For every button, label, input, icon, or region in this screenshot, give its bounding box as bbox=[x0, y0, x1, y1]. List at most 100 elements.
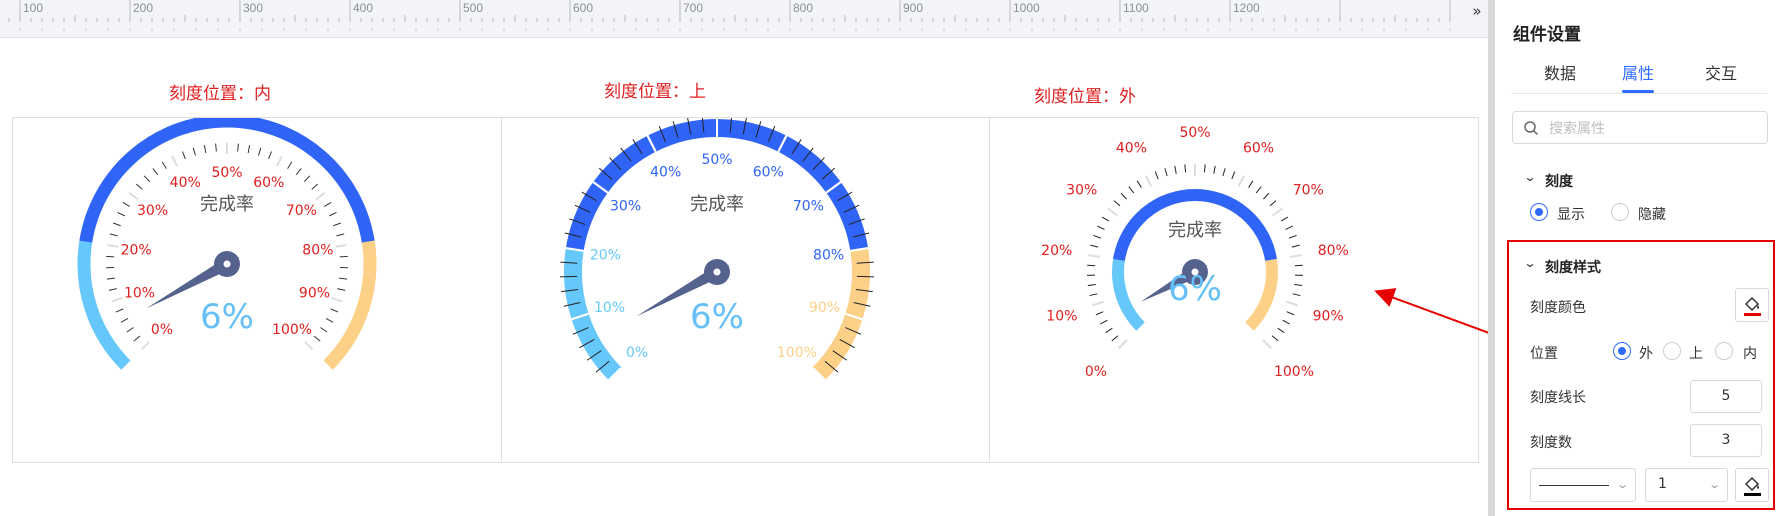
gauge-tick bbox=[1105, 327, 1113, 334]
tick-length-input[interactable]: 5 bbox=[1690, 380, 1762, 413]
settings-panel: 组件设置 数据 属性 交互 ⌄ 刻度 显示 隐藏 ⌄ 刻度样式 刻度颜色 位置 … bbox=[1495, 0, 1783, 516]
gauge-tick bbox=[330, 308, 339, 313]
radio-show-label: 显示 bbox=[1557, 207, 1585, 223]
gauge-tick bbox=[1087, 284, 1096, 287]
gauge-tick bbox=[140, 341, 150, 351]
gauge-tick bbox=[1271, 335, 1279, 342]
gauge-tick-label: 90% bbox=[1313, 308, 1344, 324]
gauge-tick bbox=[320, 327, 328, 333]
radio-show[interactable] bbox=[1530, 203, 1548, 221]
gauge-tick bbox=[268, 151, 273, 160]
gauge-card-outside[interactable]: 0% 10% 20% 30% 40% 50% 60% 70% 80% 90% 100% 完成率 6% bbox=[989, 117, 1479, 463]
ruler-label: 700 bbox=[683, 1, 704, 15]
gauge-tick bbox=[106, 277, 115, 280]
gauge-tick bbox=[1291, 244, 1300, 248]
gauge-tick bbox=[1263, 192, 1270, 200]
vertical-scrollbar[interactable] bbox=[1488, 0, 1495, 516]
gauge-pointer-center bbox=[223, 260, 231, 268]
chevron-down-icon: ⌄ bbox=[1615, 478, 1629, 491]
gauge-tick bbox=[1213, 165, 1216, 174]
search-input[interactable] bbox=[1547, 116, 1761, 142]
ruler-label: 800 bbox=[793, 1, 814, 15]
gauge-tick bbox=[295, 168, 302, 176]
gauge-1-title: 刻度位置：内 bbox=[169, 84, 271, 104]
gauge-arc-high bbox=[1245, 259, 1278, 331]
gauge-tick-label: 20% bbox=[590, 247, 621, 263]
gauge-value: 6% bbox=[690, 297, 744, 337]
gauge-tick-label: 70% bbox=[286, 203, 317, 219]
gauge-tick bbox=[1282, 319, 1290, 325]
double-chevron-right-icon[interactable]: » bbox=[1463, 0, 1491, 22]
line-style-select[interactable]: ⌄ bbox=[1530, 468, 1636, 502]
gauge-tick bbox=[1091, 300, 1105, 307]
gauge-tick bbox=[1277, 327, 1285, 334]
gauge-tick bbox=[315, 192, 326, 201]
gauge-tick bbox=[1203, 164, 1206, 173]
tab-data[interactable]: 数据 bbox=[1544, 60, 1576, 84]
gauge-tick bbox=[336, 233, 345, 237]
gauge-tick-label: 30% bbox=[137, 203, 168, 219]
gauge-chart-inside: 0% 10% 20% 30%40% 50% 60%70% 80% 90% 100% 完成率 6% bbox=[77, 118, 377, 370]
gauge-card-inside[interactable]: 0% 10% 20% 30% 40% 50% 60% 70% 80% 90% 100% 完成率 6% bbox=[12, 117, 503, 463]
tick-count-input[interactable]: 3 bbox=[1690, 424, 1762, 457]
gauge-tick bbox=[1113, 200, 1121, 207]
gauge-tick bbox=[122, 201, 130, 207]
section-tick-style-title[interactable]: 刻度样式 bbox=[1545, 257, 1601, 277]
line-width-select[interactable]: 1 ⌄ bbox=[1645, 468, 1728, 502]
gauge-tick bbox=[143, 175, 151, 182]
line-width-value: 1 bbox=[1658, 476, 1667, 492]
gauge-tick bbox=[303, 175, 311, 182]
gauge-tick bbox=[1154, 171, 1159, 180]
gauge-tick bbox=[135, 183, 143, 190]
gauge-value: 6% bbox=[1168, 269, 1222, 309]
ruler-label: 300 bbox=[243, 1, 264, 15]
gauge-tick bbox=[181, 151, 186, 160]
search-box[interactable] bbox=[1512, 111, 1768, 144]
tab-properties[interactable]: 属性 bbox=[1622, 60, 1654, 84]
gauge-tick bbox=[311, 183, 319, 190]
paint-bucket-icon bbox=[1744, 476, 1761, 496]
gauge-tick bbox=[1111, 335, 1119, 342]
gauge-tick bbox=[560, 275, 578, 278]
ruler-label: 1000 bbox=[1013, 1, 1040, 15]
gauge-tick bbox=[1184, 164, 1187, 173]
gauge-tick bbox=[115, 308, 124, 313]
chevron-down-icon[interactable]: ⌄ bbox=[1523, 256, 1536, 270]
gauge-tick-label: 50% bbox=[1179, 125, 1210, 141]
gauge-center-label: 完成率 bbox=[200, 194, 254, 215]
gauge-tick bbox=[1292, 293, 1301, 297]
gauge-tick bbox=[1272, 207, 1283, 217]
gauge-tick-label: 50% bbox=[211, 165, 242, 181]
gauge-tick-label: 0% bbox=[1085, 364, 1107, 380]
gauge-arc-low bbox=[1112, 259, 1145, 331]
gauge-tick bbox=[1136, 180, 1142, 188]
gauge-tick bbox=[339, 255, 348, 258]
gauge-chart-on: 0% 10% 20% 30% 40% 50% 60% 70% 80% 90% 100% 完成率 6% bbox=[560, 118, 874, 384]
radio-position-inside[interactable] bbox=[1715, 342, 1733, 360]
ruler-label: 1100 bbox=[1123, 1, 1149, 15]
ruler-label: 900 bbox=[903, 1, 924, 15]
gauge-tick bbox=[1107, 207, 1118, 217]
gauge-tick bbox=[1294, 284, 1303, 287]
gauge-tick bbox=[333, 222, 342, 227]
radio-hide[interactable] bbox=[1611, 203, 1629, 221]
tab-interaction[interactable]: 交互 bbox=[1705, 60, 1737, 84]
section-ticks-title[interactable]: 刻度 bbox=[1545, 171, 1573, 191]
tick-color-picker[interactable] bbox=[1735, 288, 1769, 322]
gauge-tick bbox=[1231, 171, 1236, 180]
radio-position-outside-label: 外 bbox=[1639, 346, 1653, 362]
gauge-tick bbox=[1222, 168, 1226, 177]
radio-position-outside[interactable] bbox=[1613, 342, 1631, 360]
gauge-card-on[interactable]: 0% 10% 20% 30% 40% 50% 60% 70% 80% 90% 100% 完成率 6% bbox=[501, 117, 991, 463]
gauge-tick bbox=[133, 335, 141, 342]
gauge-tick-label: 10% bbox=[594, 300, 625, 316]
chevron-down-icon[interactable]: ⌄ bbox=[1523, 170, 1536, 184]
line-color-picker[interactable] bbox=[1735, 468, 1769, 502]
gauge-tick-label: 40% bbox=[1116, 140, 1147, 156]
gauge-tick bbox=[1248, 180, 1254, 188]
gauge-tick bbox=[325, 318, 334, 323]
gauge-tick bbox=[856, 275, 874, 278]
paint-bucket-icon bbox=[1744, 296, 1761, 316]
radio-position-on[interactable] bbox=[1663, 342, 1681, 360]
ruler-label: 500 bbox=[463, 1, 484, 15]
